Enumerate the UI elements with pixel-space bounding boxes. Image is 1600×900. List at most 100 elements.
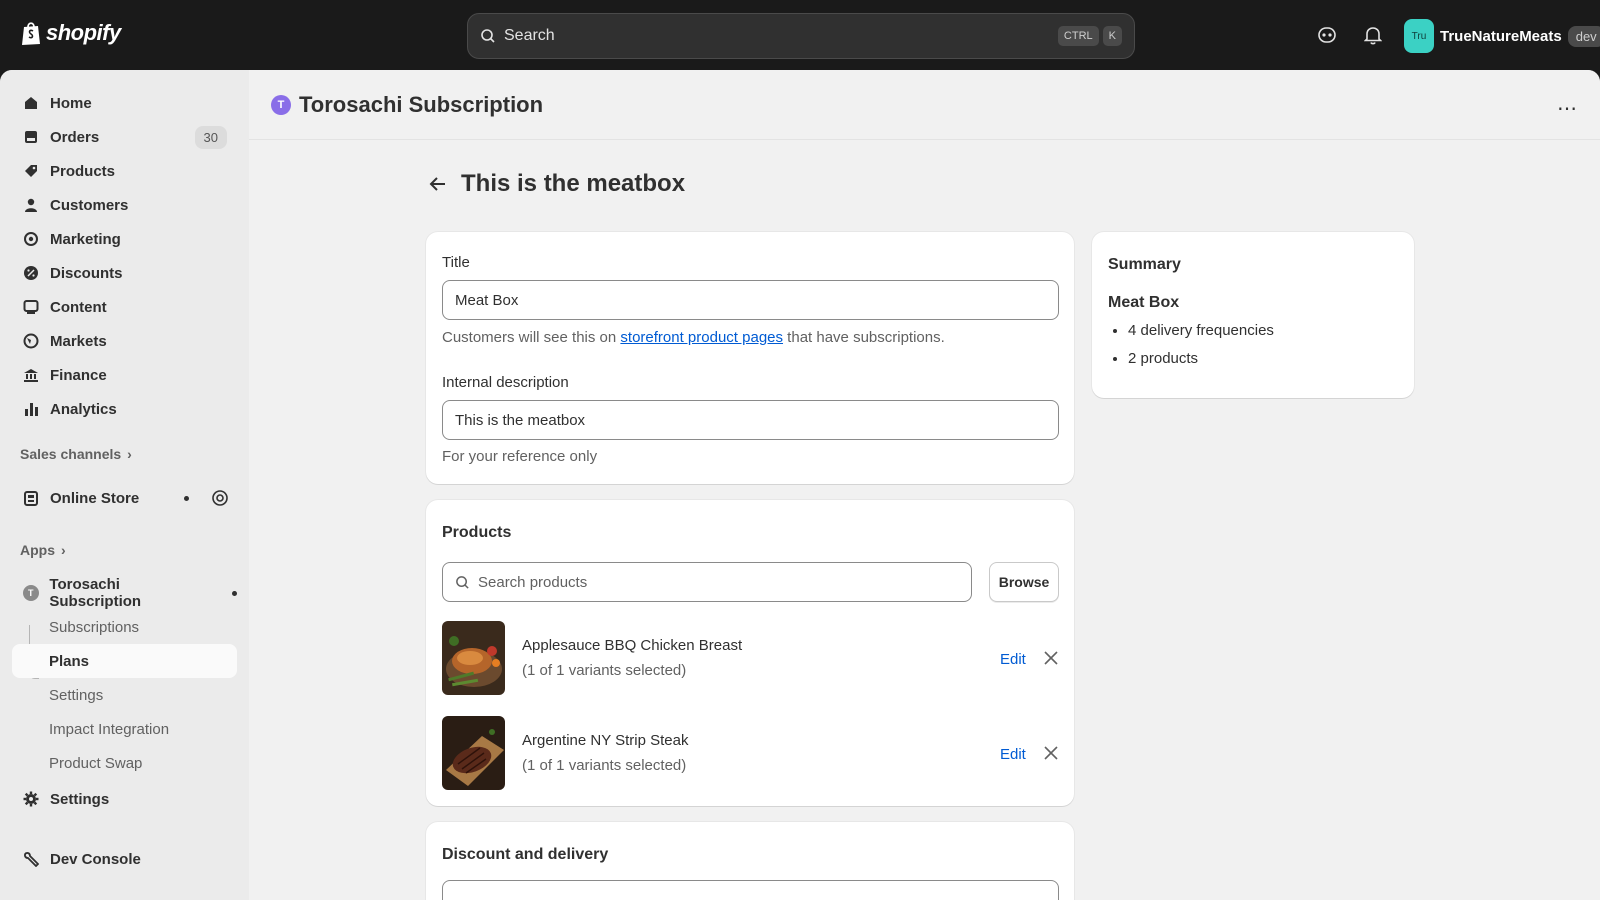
- close-icon[interactable]: [1042, 744, 1060, 762]
- edit-product-link[interactable]: Edit: [1000, 746, 1026, 763]
- close-icon[interactable]: [1042, 649, 1060, 667]
- sidebar-item-dev-console[interactable]: Dev Console: [12, 842, 237, 876]
- store-name: TrueNatureMeats: [1440, 27, 1562, 45]
- internal-description-help: For your reference only: [442, 448, 598, 465]
- logo-text: shopify: [46, 20, 121, 45]
- title-help-text: Customers will see this on storefront pr…: [442, 329, 945, 346]
- sidebar-item-customers[interactable]: Customers: [12, 188, 237, 222]
- discount-delivery-card: Discount and delivery: [426, 822, 1074, 900]
- bank-icon: [22, 366, 40, 384]
- sidebar-item-torosachi-subscription[interactable]: T Torosachi Subscription: [12, 576, 237, 610]
- sidebar-item-content[interactable]: Content: [12, 290, 237, 324]
- internal-description-input[interactable]: This is the meatbox: [442, 400, 1059, 440]
- bar-chart-icon: [22, 400, 40, 418]
- app-title-text: Torosachi Subscription: [299, 92, 544, 117]
- sidebar-item-products[interactable]: Products: [12, 154, 237, 188]
- tag-icon: [22, 162, 40, 180]
- sidebar-item-discounts[interactable]: Discounts: [12, 256, 237, 290]
- sidebar-item-label: Analytics: [50, 400, 117, 418]
- shortcut-ctrl: CTRL: [1057, 26, 1099, 46]
- sidebar-item-label: Torosachi Subscription: [49, 576, 142, 610]
- app-initial: T: [22, 585, 39, 601]
- sidekick-icon[interactable]: [1316, 24, 1338, 46]
- sidebar-item-finance[interactable]: Finance: [12, 358, 237, 392]
- sidebar-subitem-subscriptions[interactable]: Subscriptions: [12, 610, 237, 644]
- sidebar-item-label: Products: [50, 162, 116, 180]
- sidebar-item-analytics[interactable]: Analytics: [12, 392, 237, 426]
- app-title: T Torosachi Subscription: [271, 92, 543, 118]
- discount-input[interactable]: [442, 880, 1059, 900]
- edit-product-link[interactable]: Edit: [1000, 651, 1026, 668]
- product-row: Argentine NY Strip Steak (1 of 1 variant…: [442, 716, 1058, 792]
- search-products-input[interactable]: Search products: [442, 562, 972, 602]
- app-header: T Torosachi Subscription ⋯: [249, 70, 1600, 140]
- sidebar-subitem-plans[interactable]: Plans: [12, 644, 237, 678]
- page-title-text: This is the meatbox: [461, 170, 686, 197]
- product-variants: (1 of 1 variants selected): [522, 662, 687, 679]
- admin-shell: Home Orders 30 Products Customers Market…: [0, 70, 1600, 900]
- sidebar-item-label: Discounts: [50, 264, 123, 282]
- back-arrow-icon[interactable]: [429, 176, 447, 192]
- apps-label: Apps: [20, 542, 55, 558]
- title-help-prefix: Customers will see this on: [442, 329, 621, 346]
- sales-channels-header[interactable]: Sales channels ›: [20, 446, 132, 462]
- browse-button[interactable]: Browse: [989, 562, 1059, 602]
- internal-description-value: This is the meatbox: [455, 411, 586, 429]
- account-menu[interactable]: Tru TrueNatureMeats dev: [1404, 19, 1600, 53]
- person-icon: [22, 196, 40, 214]
- sidebar-item-marketing[interactable]: Marketing: [12, 222, 237, 256]
- product-thumbnail-chicken: [442, 621, 505, 695]
- sidebar-item-label: Home: [50, 94, 92, 112]
- products-heading: Products: [442, 524, 512, 541]
- product-thumbnail-steak: [442, 716, 505, 790]
- eye-icon[interactable]: [211, 489, 229, 507]
- plan-details-card: Title Meat Box Customers will see this o…: [426, 232, 1074, 484]
- top-bar: shopify Search CTRL K Tru TrueNatureMeat…: [0, 0, 1600, 70]
- orders-count-badge: 30: [194, 125, 227, 149]
- sidebar-subitem-impact-integration[interactable]: Impact Integration: [12, 712, 237, 746]
- product-name: Applesauce BBQ Chicken Breast: [522, 637, 743, 654]
- gear-icon: [22, 790, 40, 808]
- bell-icon[interactable]: [1362, 24, 1384, 46]
- sidebar-subitem-settings[interactable]: Settings: [12, 678, 237, 712]
- sidebar-item-label: Finance: [50, 366, 107, 384]
- sidebar-item-settings[interactable]: Settings: [12, 782, 237, 816]
- title-label: Title: [442, 254, 470, 271]
- shopify-logo[interactable]: shopify: [20, 20, 121, 46]
- product-variants: (1 of 1 variants selected): [522, 757, 687, 774]
- sidebar-item-label: Dev Console: [50, 850, 141, 868]
- more-actions-icon[interactable]: ⋯: [1557, 96, 1578, 121]
- sidebar-item-label: Marketing: [50, 230, 121, 248]
- chevron-right-icon: ›: [127, 446, 132, 462]
- summary-plan-name: Meat Box: [1108, 294, 1180, 311]
- search-icon: [456, 575, 469, 589]
- sidebar: Home Orders 30 Products Customers Market…: [0, 70, 249, 900]
- title-input[interactable]: Meat Box: [442, 280, 1059, 320]
- summary-products: 2 products: [1128, 350, 1274, 367]
- sidebar-subitem-product-swap[interactable]: Product Swap: [12, 746, 237, 780]
- target-icon: [22, 230, 40, 248]
- sidebar-item-label: Markets: [50, 332, 107, 350]
- apps-header[interactable]: Apps ›: [20, 542, 66, 558]
- summary-list: 4 delivery frequencies 2 products: [1128, 322, 1274, 378]
- products-card: Products Search products Browse Applesau…: [426, 500, 1074, 806]
- storefront-product-pages-link[interactable]: storefront product pages: [620, 329, 783, 346]
- sidebar-item-home[interactable]: Home: [12, 86, 237, 120]
- sidebar-item-online-store[interactable]: Online Store: [12, 481, 237, 515]
- sidebar-item-orders[interactable]: Orders 30: [12, 120, 237, 154]
- discount-icon: [22, 264, 40, 282]
- summary-card: Summary Meat Box 4 delivery frequencies …: [1092, 232, 1414, 398]
- sidebar-item-markets[interactable]: Markets: [12, 324, 237, 358]
- sidebar-item-label: Customers: [50, 196, 129, 214]
- globe-icon: [22, 332, 40, 350]
- sales-channels-label: Sales channels: [20, 446, 122, 462]
- search-icon: [481, 29, 495, 43]
- search-placeholder: Search: [504, 27, 555, 44]
- search-products-placeholder: Search products: [478, 573, 588, 591]
- sidebar-item-label: Orders: [50, 128, 100, 146]
- global-search-input[interactable]: Search CTRL K: [467, 13, 1135, 59]
- shopify-bag-icon: [22, 22, 40, 45]
- chevron-right-icon: ›: [61, 542, 66, 558]
- internal-description-label: Internal description: [442, 374, 569, 391]
- title-help-suffix: that have subscriptions.: [783, 329, 945, 346]
